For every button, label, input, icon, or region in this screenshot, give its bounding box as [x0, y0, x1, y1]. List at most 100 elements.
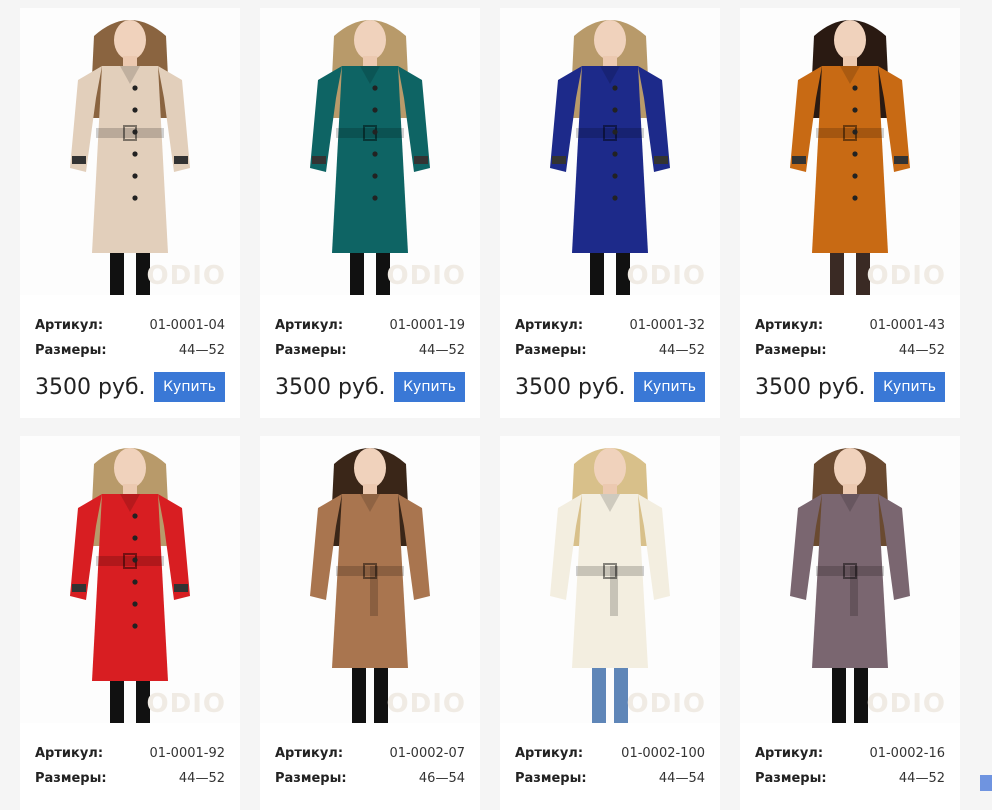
coat-model-image	[790, 20, 910, 295]
article-value: 01-0001-19	[389, 318, 465, 333]
coat-model-image	[310, 20, 430, 295]
watermark-logo: ODIO	[626, 261, 706, 291]
product-photo[interactable]: ODIO	[260, 8, 480, 295]
article-row: Артикул: 01-0001-92	[35, 744, 225, 769]
product-price: 3500 руб.	[275, 374, 386, 400]
sizes-label: Размеры:	[755, 771, 827, 786]
sizes-value: 44—52	[178, 771, 225, 786]
product-photo[interactable]: ODIO	[740, 8, 960, 295]
product-photo[interactable]: ODIO	[20, 8, 240, 295]
article-label: Артикул:	[275, 746, 344, 761]
sizes-label: Размеры:	[275, 771, 347, 786]
sizes-value: 44—54	[658, 771, 705, 786]
article-label: Артикул:	[35, 746, 104, 761]
sizes-label: Размеры:	[35, 343, 107, 358]
coat-model-image	[70, 20, 190, 295]
sizes-row: Размеры: 44—52	[755, 341, 945, 366]
sizes-row: Размеры: 44—52	[35, 341, 225, 366]
coat-model-image	[790, 448, 910, 723]
article-label: Артикул:	[515, 318, 584, 333]
sizes-row: Размеры: 44—54	[515, 769, 705, 794]
product-photo[interactable]: ODIO	[740, 436, 960, 723]
article-label: Артикул:	[755, 746, 824, 761]
price-row: 3500 руб. Купить	[515, 372, 705, 402]
article-row: Артикул: 01-0001-32	[515, 316, 705, 341]
buy-button[interactable]: Купить	[874, 372, 945, 402]
buy-button[interactable]: Купить	[154, 372, 225, 402]
sizes-value: 44—52	[418, 343, 465, 358]
sizes-label: Размеры:	[35, 771, 107, 786]
buy-button[interactable]: Купить	[634, 372, 705, 402]
watermark-logo: ODIO	[146, 689, 226, 719]
sizes-row: Размеры: 46—54	[275, 769, 465, 794]
product-card: ODIO Артикул: 01-0001-04 Размеры: 44—52 …	[20, 8, 240, 418]
product-info: Артикул: 01-0002-16 Размеры: 44—52	[740, 723, 960, 810]
product-info: Артикул: 01-0001-04 Размеры: 44—52 3500 …	[20, 295, 240, 418]
buy-button[interactable]: Купить	[394, 372, 465, 402]
article-value: 01-0001-32	[629, 318, 705, 333]
coat-model-image	[70, 448, 190, 723]
watermark-logo: ODIO	[626, 689, 706, 719]
article-label: Артикул:	[515, 746, 584, 761]
sizes-value: 44—52	[178, 343, 225, 358]
article-value: 01-0001-92	[149, 746, 225, 761]
sizes-label: Размеры:	[755, 343, 827, 358]
article-row: Артикул: 01-0002-100	[515, 744, 705, 769]
article-label: Артикул:	[275, 318, 344, 333]
product-photo[interactable]: ODIO	[20, 436, 240, 723]
product-info: Артикул: 01-0001-32 Размеры: 44—52 3500 …	[500, 295, 720, 418]
product-card: ODIO Артикул: 01-0002-100 Размеры: 44—54	[500, 436, 720, 810]
sizes-value: 46—54	[418, 771, 465, 786]
article-value: 01-0001-04	[149, 318, 225, 333]
article-value: 01-0001-43	[869, 318, 945, 333]
product-card: ODIO Артикул: 01-0002-16 Размеры: 44—52	[740, 436, 960, 810]
article-label: Артикул:	[755, 318, 824, 333]
sizes-row: Размеры: 44—52	[755, 769, 945, 794]
sizes-label: Размеры:	[515, 343, 587, 358]
product-photo[interactable]: ODIO	[500, 436, 720, 723]
watermark-logo: ODIO	[866, 689, 946, 719]
article-row: Артикул: 01-0001-43	[755, 316, 945, 341]
product-card: ODIO Артикул: 01-0001-92 Размеры: 44—52	[20, 436, 240, 810]
article-value: 01-0002-07	[389, 746, 465, 761]
sizes-row: Размеры: 44—52	[275, 341, 465, 366]
product-photo[interactable]: ODIO	[260, 436, 480, 723]
product-card: ODIO Артикул: 01-0002-07 Размеры: 46—54	[260, 436, 480, 810]
product-price: 3500 руб.	[515, 374, 626, 400]
product-info: Артикул: 01-0002-07 Размеры: 46—54	[260, 723, 480, 810]
product-card: ODIO Артикул: 01-0001-43 Размеры: 44—52 …	[740, 8, 960, 418]
product-price: 3500 руб.	[35, 374, 146, 400]
product-info: Артикул: 01-0001-92 Размеры: 44—52	[20, 723, 240, 810]
sizes-value: 44—52	[898, 771, 945, 786]
product-card: ODIO Артикул: 01-0001-32 Размеры: 44—52 …	[500, 8, 720, 418]
product-price: 3500 руб.	[755, 374, 866, 400]
product-info: Артикул: 01-0002-100 Размеры: 44—54	[500, 723, 720, 810]
watermark-logo: ODIO	[386, 261, 466, 291]
product-info: Артикул: 01-0001-19 Размеры: 44—52 3500 …	[260, 295, 480, 418]
coat-model-image	[550, 448, 670, 723]
sizes-label: Размеры:	[275, 343, 347, 358]
sizes-value: 44—52	[898, 343, 945, 358]
sizes-row: Размеры: 44—52	[515, 341, 705, 366]
sizes-label: Размеры:	[515, 771, 587, 786]
article-row: Артикул: 01-0001-19	[275, 316, 465, 341]
watermark-logo: ODIO	[866, 261, 946, 291]
product-card: ODIO Артикул: 01-0001-19 Размеры: 44—52 …	[260, 8, 480, 418]
coat-model-image	[310, 448, 430, 723]
product-info: Артикул: 01-0001-43 Размеры: 44—52 3500 …	[740, 295, 960, 418]
article-value: 01-0002-100	[621, 746, 705, 761]
article-label: Артикул:	[35, 318, 104, 333]
price-row: 3500 руб. Купить	[35, 372, 225, 402]
sizes-row: Размеры: 44—52	[35, 769, 225, 794]
sizes-value: 44—52	[658, 343, 705, 358]
product-photo[interactable]: ODIO	[500, 8, 720, 295]
price-row: 3500 руб. Купить	[755, 372, 945, 402]
price-row: 3500 руб. Купить	[275, 372, 465, 402]
watermark-logo: ODIO	[386, 689, 466, 719]
article-row: Артикул: 01-0002-16	[755, 744, 945, 769]
coat-model-image	[550, 20, 670, 295]
scroll-to-top-button[interactable]	[980, 775, 992, 791]
product-grid: ODIO Артикул: 01-0001-04 Размеры: 44—52 …	[20, 8, 960, 810]
article-row: Артикул: 01-0002-07	[275, 744, 465, 769]
article-value: 01-0002-16	[869, 746, 945, 761]
